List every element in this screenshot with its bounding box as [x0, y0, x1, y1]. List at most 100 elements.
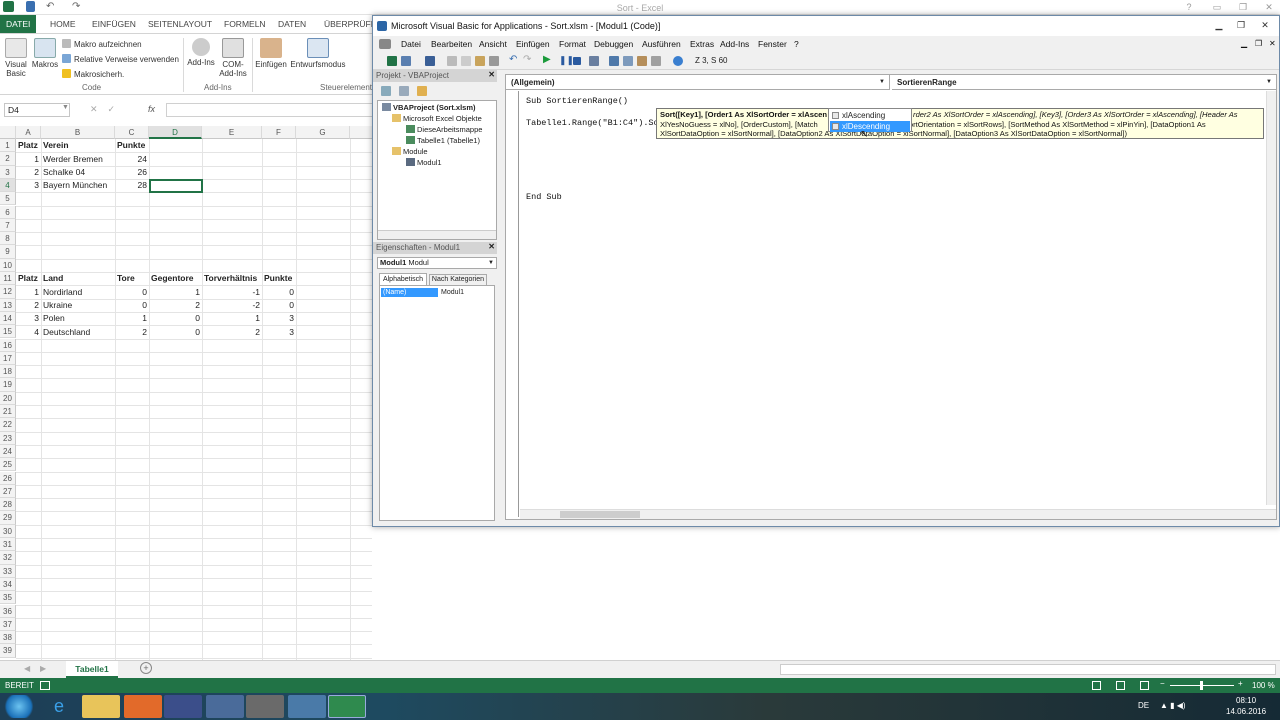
property-name-value[interactable]: Modul1 — [439, 288, 493, 297]
relative-refs-button[interactable]: Relative Verweise verwenden — [62, 54, 179, 64]
start-button-icon[interactable] — [2, 695, 36, 718]
tree-node-workbook[interactable]: DieseArbeitsmappe — [406, 125, 482, 134]
row-header[interactable]: 15 — [0, 325, 16, 339]
menu-ansicht[interactable]: Ansicht — [479, 39, 507, 49]
table1-cell[interactable]: 2 — [16, 166, 41, 179]
macros-button[interactable]: Makros — [30, 38, 60, 69]
minimize-button[interactable]: ▭ — [1206, 2, 1228, 12]
table2-cell[interactable]: 0 — [149, 312, 202, 325]
tree-node-module-folder[interactable]: Module — [392, 147, 428, 156]
page-break-icon[interactable] — [1140, 681, 1149, 690]
table2-header[interactable]: Tore — [115, 272, 149, 285]
tree-node-tabelle1[interactable]: Tabelle1 (Tabelle1) — [406, 136, 480, 145]
sheet-hscrollbar[interactable] — [780, 664, 1276, 675]
menu-debuggen[interactable]: Debuggen — [594, 39, 633, 49]
object-browser-icon[interactable] — [637, 56, 647, 66]
save-icon[interactable] — [425, 56, 435, 66]
tree-node-excel-objects[interactable]: Microsoft Excel Objekte — [392, 114, 482, 123]
formula-input[interactable] — [166, 103, 376, 117]
file-explorer-icon[interactable] — [82, 695, 120, 718]
record-macro-button[interactable]: Makro aufzeichnen — [62, 39, 142, 49]
table2-cell[interactable]: 1 — [149, 286, 202, 299]
macro-record-icon[interactable] — [40, 681, 50, 690]
table2-cell[interactable]: -1 — [202, 286, 262, 299]
table1-cell[interactable]: 28 — [115, 179, 149, 192]
project-tree[interactable]: VBAProject (Sort.xlsm) Microsoft Excel O… — [377, 100, 497, 240]
clock-date[interactable]: 14.06.2016 — [1226, 707, 1266, 716]
table1-cell[interactable]: 24 — [115, 153, 149, 166]
help-icon[interactable] — [673, 56, 683, 66]
clock-time[interactable]: 08:10 — [1236, 696, 1256, 705]
table2-header[interactable]: Gegentore — [149, 272, 202, 285]
macro-security-button[interactable]: Makrosicherh. — [62, 69, 124, 79]
name-box[interactable]: D4 — [4, 103, 70, 117]
row-header[interactable]: 31 — [0, 538, 16, 552]
table2-cell[interactable]: 3 — [262, 312, 296, 325]
zoom-level[interactable]: 100 % — [1252, 681, 1275, 690]
row-header[interactable]: 37 — [0, 617, 16, 632]
tray-icons[interactable]: ▲ ▮ ◀) — [1160, 701, 1186, 710]
paste-icon[interactable] — [475, 56, 485, 66]
table2-cell[interactable]: 0 — [115, 299, 149, 312]
toggle-folders-icon[interactable] — [417, 86, 427, 96]
row-header[interactable]: 14 — [0, 311, 16, 326]
table1-cell[interactable]: 1 — [16, 153, 41, 166]
row-header[interactable]: 24 — [0, 444, 16, 459]
row-header[interactable]: 39 — [0, 644, 16, 658]
table2-cell[interactable]: Nordirland — [41, 286, 115, 299]
list-item-xldescending[interactable]: xlDescending — [830, 121, 910, 132]
view-object-icon[interactable] — [399, 86, 409, 96]
row-header[interactable]: 12 — [0, 285, 16, 299]
view-code-icon[interactable] — [381, 86, 391, 96]
active-cell-d4[interactable] — [149, 178, 203, 193]
row-header[interactable]: 3 — [0, 165, 16, 179]
row-header[interactable]: 11 — [0, 272, 16, 286]
table2-cell[interactable]: Deutschland — [41, 326, 115, 339]
tab-formeln[interactable]: FORMELN — [218, 15, 272, 33]
row-header[interactable]: 32 — [0, 551, 16, 565]
normal-view-icon[interactable] — [1092, 681, 1101, 690]
menu-extras[interactable]: Extras — [690, 39, 714, 49]
row-header[interactable]: 27 — [0, 484, 16, 499]
restore-button[interactable]: ❐ — [1232, 2, 1254, 12]
tab-seitenlayout[interactable]: SEITENLAYOUT — [142, 15, 218, 33]
row-header[interactable]: 22 — [0, 418, 16, 432]
row-header[interactable]: 21 — [0, 405, 16, 419]
run-icon[interactable]: ▶ — [543, 54, 553, 65]
zoom-slider-thumb[interactable] — [1200, 681, 1203, 690]
tab-einfuegen[interactable]: EINFÜGEN — [86, 15, 142, 33]
row-header[interactable]: 26 — [0, 471, 16, 485]
col-header[interactable]: C — [115, 126, 149, 139]
row-header[interactable]: 5 — [0, 192, 16, 206]
internet-explorer-icon[interactable]: e — [40, 695, 78, 718]
table2-cell[interactable]: 1 — [16, 286, 41, 299]
table2-header[interactable]: Platz — [16, 272, 41, 285]
tree-hscrollbar[interactable] — [378, 230, 496, 239]
code-vscrollbar[interactable] — [1266, 91, 1276, 505]
confirm-icon[interactable]: ✓ — [108, 104, 126, 114]
table2-cell[interactable]: -2 — [202, 299, 262, 312]
row-header[interactable]: 20 — [0, 391, 16, 405]
table2-cell[interactable]: 1 — [115, 312, 149, 325]
table2-cell[interactable]: 2 — [149, 299, 202, 312]
find-icon[interactable] — [489, 56, 499, 66]
page-layout-icon[interactable] — [1116, 681, 1125, 690]
cut-icon[interactable] — [447, 56, 457, 66]
toolbox-icon[interactable] — [651, 56, 661, 66]
properties-grid[interactable]: (Name) Modul1 — [379, 285, 495, 521]
table2-cell[interactable]: 1 — [202, 312, 262, 325]
col-header[interactable]: B — [41, 126, 115, 139]
design-mode-icon[interactable] — [589, 56, 599, 66]
row-header[interactable]: 9 — [0, 245, 16, 259]
select-all-corner[interactable] — [0, 126, 16, 139]
cancel-icon[interactable]: ✕ — [90, 104, 108, 114]
undo-icon[interactable]: ↶ — [509, 54, 519, 65]
media-player-icon[interactable] — [124, 695, 162, 718]
row-header[interactable]: 13 — [0, 298, 16, 312]
project-explorer-icon[interactable] — [609, 56, 619, 66]
firefox-icon[interactable] — [164, 695, 202, 718]
row-header[interactable]: 30 — [0, 524, 16, 538]
menu-einfuegen[interactable]: Einfügen — [516, 39, 550, 49]
row-header[interactable]: 18 — [0, 365, 16, 379]
close-icon[interactable]: ✕ — [488, 69, 495, 81]
